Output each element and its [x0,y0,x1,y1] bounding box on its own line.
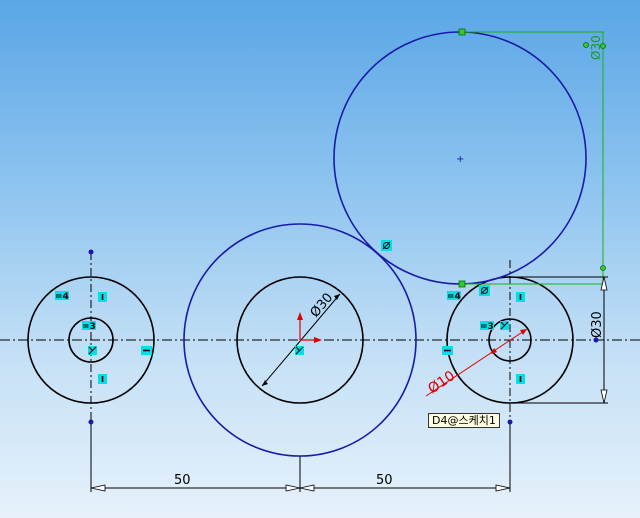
horizontal-dimensions[interactable]: 50 50 [90,424,511,492]
equal-relation-icon[interactable]: =4 [447,291,461,302]
sketch-canvas[interactable]: + Ø30 Ø30 Ø10 Ø30 50 50 =4 =3 =4 =3 D4@스… [0,0,640,518]
right-vertical-diameter-text[interactable]: Ø30 [590,311,605,338]
vertical-relation-icon[interactable] [98,374,107,384]
top-circle-center-mark: + [456,154,464,165]
coincident-icon[interactable] [88,346,97,355]
vertical-relation-icon[interactable] [516,374,525,384]
equal-relation-icon[interactable]: =4 [55,291,69,302]
equal-relation-icon[interactable]: =3 [82,321,96,332]
tangent-relation-icon[interactable] [479,285,490,296]
left-centerline-endpoint-bottom[interactable] [88,419,94,425]
right-centerline-endpoint-bottom[interactable] [507,419,513,425]
vertical-relation-icon[interactable] [516,292,525,302]
svg-text:=4: =4 [447,292,461,302]
red-diameter-dimension[interactable]: Ø10 [425,328,528,397]
svg-text:=3: =3 [480,322,494,332]
coincident-icon[interactable] [295,346,304,355]
center-diameter-text[interactable]: Ø30 [308,290,337,320]
sketch-graphics[interactable]: + Ø30 Ø30 Ø10 Ø30 50 50 =4 =3 =4 =3 [0,0,640,518]
top-diameter-text[interactable]: Ø30 [589,35,603,60]
horizontal-relation-icon[interactable] [141,346,152,355]
center-diameter-dimension[interactable]: Ø30 [261,290,341,387]
left-centerline-endpoint-top[interactable] [88,249,94,255]
equal-relation-icon[interactable]: =3 [480,321,494,332]
svg-text:=3: =3 [82,322,96,332]
vertical-relation-icon[interactable] [98,292,107,302]
tangent-relation-icon[interactable] [381,240,392,251]
top-green-dimension[interactable]: Ø30 [458,28,606,288]
red-diameter-text[interactable]: Ø10 [425,368,458,397]
coincident-icon[interactable] [500,321,509,330]
svg-text:=4: =4 [55,292,69,302]
horizontal-relation-icon[interactable] [442,346,453,355]
right-horizontal-dimension-text[interactable]: 50 [376,473,393,488]
dimension-tooltip: D4@스케치1 [428,413,500,428]
left-horizontal-dimension-text[interactable]: 50 [174,473,191,488]
